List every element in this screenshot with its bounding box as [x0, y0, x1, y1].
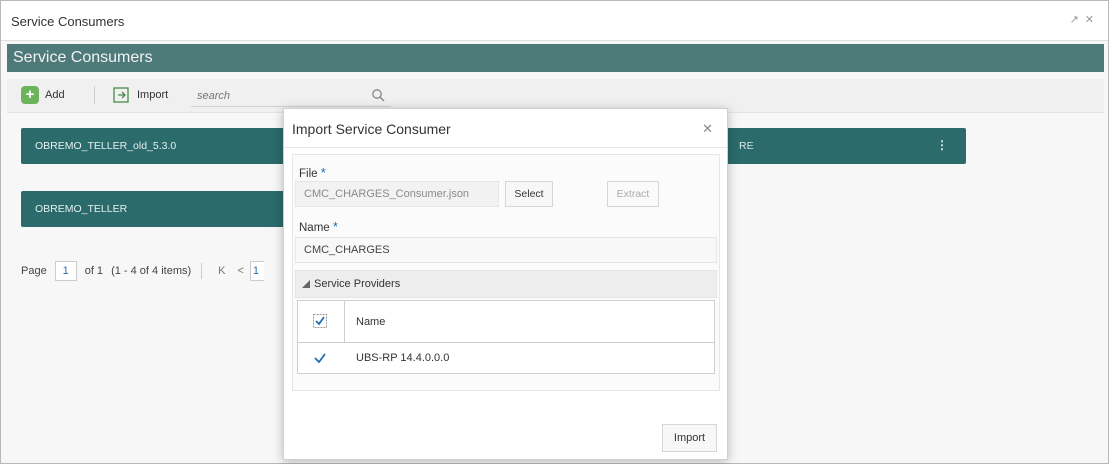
row-provider-name: UBS-RP 14.4.0.0.0: [356, 352, 450, 364]
add-icon: +: [21, 86, 39, 104]
dialog-title: Import Service Consumer: [292, 121, 451, 137]
search-icon[interactable]: [371, 88, 385, 102]
import-submit-button[interactable]: Import: [662, 424, 717, 452]
grid-header-name: Name: [356, 316, 386, 328]
import-dialog: Import Service Consumer ✕ File * CMC_CHA…: [283, 108, 728, 460]
app-window: Service Consumers ↗✕ Service Consumers +…: [0, 0, 1109, 464]
consumer-card-name: OBREMO_TELLER_old_5.3.0: [35, 140, 177, 152]
required-mark: *: [332, 219, 338, 234]
service-providers-grid: Name UBS-RP 14.4.0.0.0: [297, 300, 715, 374]
first-page-button[interactable]: K: [218, 265, 225, 277]
page-number-input[interactable]: 1: [54, 261, 77, 281]
window-controls: ↗✕: [1070, 13, 1100, 26]
select-all-checkbox[interactable]: [313, 314, 327, 328]
page-header: Service Consumers: [7, 44, 1104, 72]
import-form-panel: File * CMC_CHARGES_Consumer.json Select …: [292, 154, 720, 391]
collapse-triangle-icon: [302, 280, 310, 288]
pager-divider: [201, 263, 203, 279]
extract-button[interactable]: Extract: [607, 181, 659, 207]
page-button[interactable]: 1: [249, 261, 264, 281]
service-providers-label: Service Providers: [314, 278, 401, 290]
row-checkbox[interactable]: [313, 351, 327, 365]
grid-header-row: Name: [298, 301, 714, 343]
add-button[interactable]: + Add: [21, 84, 65, 106]
consumer-card[interactable]: OBREMO_TELLER: [21, 191, 291, 227]
page-count: of 1: [84, 265, 104, 277]
close-icon[interactable]: ✕: [1085, 14, 1100, 26]
name-label: Name *: [299, 219, 338, 234]
name-field[interactable]: CMC_CHARGES: [295, 237, 717, 263]
required-mark: *: [320, 165, 326, 180]
name-label-text: Name: [299, 222, 330, 234]
table-row[interactable]: UBS-RP 14.4.0.0.0: [298, 343, 714, 374]
import-icon: [113, 87, 129, 103]
consumer-card-partial-text: RE: [739, 140, 754, 152]
dialog-divider: [284, 147, 727, 148]
pagination: Page 1 of 1 (1 - 4 of 4 items) K < 1: [21, 259, 264, 283]
restore-icon[interactable]: ↗: [1070, 14, 1085, 26]
prev-page-button[interactable]: <: [237, 265, 243, 277]
select-button[interactable]: Select: [505, 181, 553, 207]
service-providers-section-header[interactable]: Service Providers: [295, 270, 717, 298]
row-checkbox-cell: [298, 343, 345, 374]
import-button[interactable]: Import: [111, 84, 168, 106]
toolbar-divider: [94, 86, 95, 104]
close-icon[interactable]: ✕: [702, 121, 713, 137]
consumer-card-name: OBREMO_TELLER: [35, 203, 128, 215]
search-input[interactable]: [191, 85, 391, 107]
grid-header-checkbox-cell: [298, 301, 345, 342]
file-label-text: File: [299, 168, 318, 180]
kebab-menu-icon[interactable]: ⋮: [936, 138, 948, 152]
add-button-label: Add: [45, 89, 65, 101]
import-button-label: Import: [137, 89, 169, 101]
page-label: Page: [21, 265, 47, 277]
file-label: File *: [299, 165, 326, 180]
file-name-field[interactable]: CMC_CHARGES_Consumer.json: [295, 181, 499, 207]
page-title: Service Consumers: [13, 49, 153, 66]
item-range: (1 - 4 of 4 items): [111, 265, 192, 277]
window-title: Service Consumers: [11, 14, 125, 29]
window-titlebar: Service Consumers ↗✕: [1, 1, 1108, 41]
